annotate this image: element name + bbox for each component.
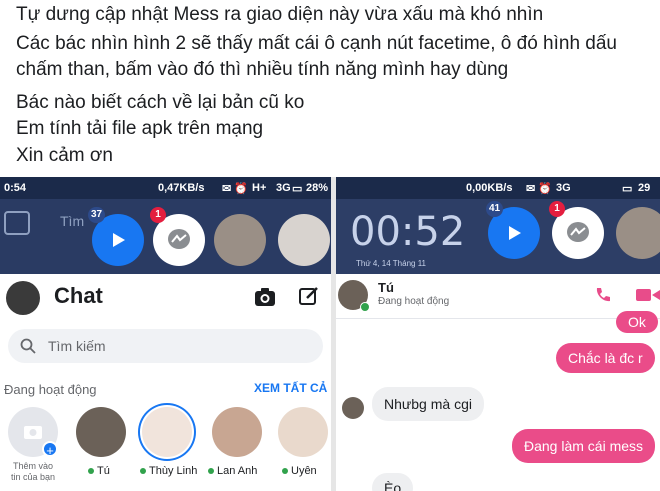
message-bubble-out: Chắc là đc r xyxy=(556,343,655,373)
add-story-button[interactable]: + xyxy=(8,407,58,458)
chat-head-avatar[interactable] xyxy=(616,207,660,259)
chat-header: Chat xyxy=(0,274,331,322)
messenger-icon xyxy=(168,229,190,249)
contact-avatar-lan-anh[interactable] xyxy=(212,407,262,457)
status-bar: 0:54 0,47KB/s ✉ ⏰ H+ 3G ▭ 28% xyxy=(0,177,331,199)
battery-icon: ▭ xyxy=(292,183,303,195)
see-all-link[interactable]: XEM TẤT CẢ xyxy=(254,381,327,395)
messenger-badge: 1 xyxy=(150,207,166,223)
post-line-5: Em tính tải file apk trên mạng xyxy=(16,118,264,139)
search-icon xyxy=(20,338,36,354)
status-signal: H+ xyxy=(252,182,267,194)
contact-name-uyen: Uyên xyxy=(282,465,317,477)
message-bubble-in: Èo xyxy=(372,473,414,491)
lock-clock: 00:52 xyxy=(350,209,466,255)
post-line-4: Bác nào biết cách về lại bản cũ ko xyxy=(16,92,305,113)
page-title: Chat xyxy=(54,283,103,308)
add-story-line-1: Thêm vào xyxy=(12,461,54,471)
status-network-speed: 0,47KB/s xyxy=(158,182,205,194)
contact-avatar-small xyxy=(342,397,364,419)
add-story-line-2: tin của bạn xyxy=(10,472,56,482)
post-line-1: Tự dưng cập nhật Mess ra giao diện này v… xyxy=(16,4,544,25)
messenger-icon xyxy=(567,222,589,242)
chat-head-avatar[interactable] xyxy=(278,214,330,266)
active-contacts-row: + Thêm vào tin của bạn Tú Thùy Linh Lan … xyxy=(0,407,331,491)
status-bar: 0,00KB/s ✉ ⏰ 3G ▭ 29 xyxy=(336,177,660,199)
contact-name-text: Thùy Linh xyxy=(149,465,198,477)
post-line-2: Các bác nhìn hình 2 sẽ thấy mất cái ô cạ… xyxy=(16,33,617,54)
post-text: Tự dưng cập nhật Mess ra giao diện này v… xyxy=(0,0,660,175)
plus-icon: + xyxy=(42,441,58,458)
messenger-badge: 1 xyxy=(549,201,565,217)
video-badge: 41 xyxy=(486,201,504,217)
camera-icon xyxy=(24,426,42,439)
message-bubble-in: Nhưbg mà cgi xyxy=(372,387,484,421)
phone-icon[interactable] xyxy=(594,286,612,304)
status-time: 0:54 xyxy=(4,182,27,194)
message-bubble-out: Ok xyxy=(616,311,658,333)
message-bubble-out: Đang làm cái mess xyxy=(512,429,656,463)
status-battery: 28% xyxy=(306,182,329,194)
contact-name-text: Tú xyxy=(97,465,110,477)
search-input[interactable]: Tìm kiếm xyxy=(8,329,323,363)
lock-date: Thứ 4, 14 Tháng 11 xyxy=(356,259,426,268)
post-line-3: chấm than, bấm vào đó thì nhiều tính năn… xyxy=(16,59,509,80)
contact-name-text: Uyên xyxy=(291,465,317,477)
battery-icon: ▭ xyxy=(622,183,633,195)
play-icon xyxy=(509,226,521,240)
online-dot xyxy=(282,468,288,475)
contact-name-tu: Tú xyxy=(88,465,110,477)
profile-avatar[interactable] xyxy=(6,281,40,315)
contact-name: Tú xyxy=(378,280,394,295)
post-line-6: Xin cảm ơn xyxy=(16,145,113,166)
screenshot-chat-list: 0:54 0,47KB/s ✉ ⏰ H+ 3G ▭ 28% Tìm 37 1 C… xyxy=(0,177,331,491)
status-icons: ✉ ⏰ xyxy=(222,183,248,195)
blur-search-text: Tìm xyxy=(60,213,85,229)
contact-avatar-uyen[interactable] xyxy=(278,407,328,457)
online-dot xyxy=(208,468,214,475)
chat-head-avatar[interactable] xyxy=(214,214,266,266)
compose-icon[interactable] xyxy=(298,285,320,307)
status-3g: 3G xyxy=(556,182,571,194)
conversation-header: Tú Đang hoạt động xyxy=(336,274,660,319)
online-dot xyxy=(360,302,370,312)
play-icon xyxy=(113,233,125,247)
active-now-label: Đang hoạt động xyxy=(4,382,97,397)
add-story-label: Thêm vào tin của bạn xyxy=(6,461,60,483)
online-dot xyxy=(88,468,94,475)
contact-name-text: Lan Anh xyxy=(217,465,258,477)
video-badge: 37 xyxy=(88,207,106,223)
contact-avatar-thuy-linh[interactable] xyxy=(142,407,192,457)
video-call-icon[interactable] xyxy=(636,287,660,303)
online-dot xyxy=(140,468,146,475)
contact-name-thuy-linh: Thùy Linh xyxy=(140,465,197,477)
contact-status: Đang hoạt động xyxy=(378,296,450,307)
contact-name-lan-anh: Lan Anh xyxy=(208,465,257,477)
status-battery: 29 xyxy=(638,182,651,194)
status-network-speed: 0,00KB/s xyxy=(466,182,513,194)
contact-avatar-tu[interactable] xyxy=(76,407,126,457)
search-placeholder: Tìm kiếm xyxy=(48,338,106,354)
status-icons: ✉ ⏰ xyxy=(526,183,552,195)
camera-icon xyxy=(4,211,30,235)
screenshot-conversation: 0,00KB/s ✉ ⏰ 3G ▭ 29 00:52 Thứ 4, 14 Thá… xyxy=(336,177,660,491)
status-3g: 3G xyxy=(276,182,291,194)
camera-icon[interactable] xyxy=(254,287,276,307)
